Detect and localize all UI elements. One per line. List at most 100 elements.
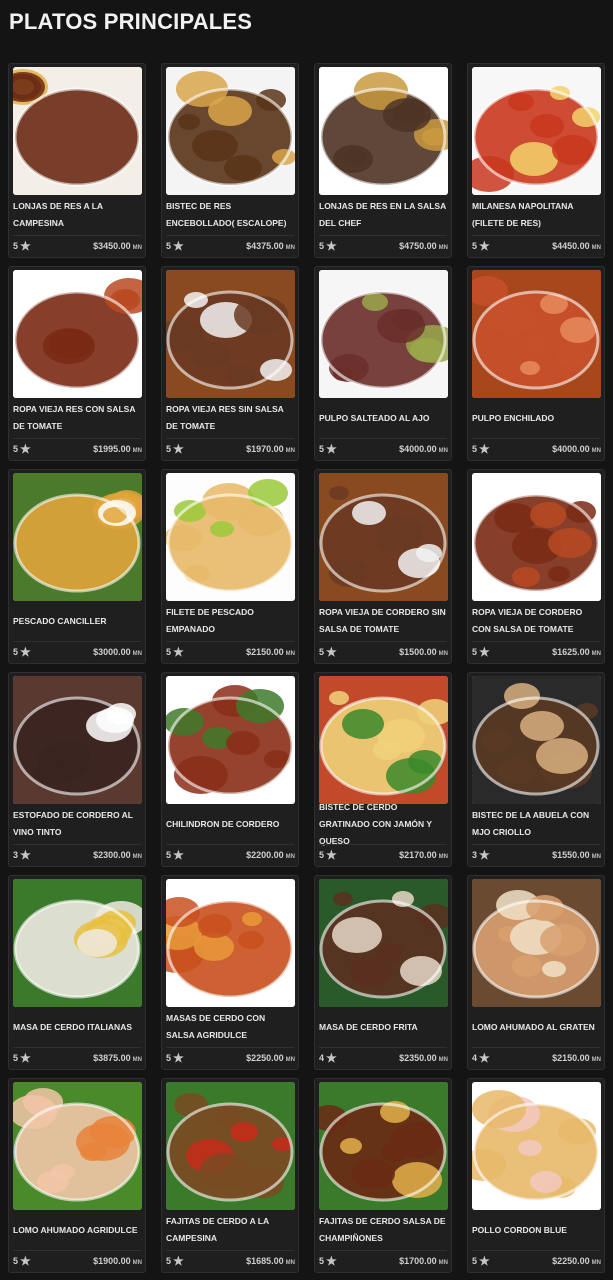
dish-photo[interactable]	[166, 473, 295, 601]
dish-name[interactable]: FILETE DE PESCADO EMPANADO	[166, 601, 295, 641]
rating-value: 5	[319, 850, 325, 860]
price: $3875.00 MN	[93, 1053, 142, 1063]
dish-footer: 3 ★ $2300.00 MN	[13, 845, 142, 865]
rating-value: 3	[472, 850, 478, 860]
dish-card[interactable]: LONJAS DE RES A LA CAMPESINA 5 ★ $3450.00 MN	[8, 63, 146, 258]
star-icon: ★	[326, 645, 337, 659]
dish-photo[interactable]	[472, 67, 601, 195]
dish-name[interactable]: BISTEC DE LA ABUELA CON MJO CRIOLLO	[472, 804, 601, 844]
dish-card[interactable]: ROPA VIEJA DE CORDERO CON SALSA DE TOMAT…	[467, 469, 605, 664]
dish-name[interactable]: LONJAS DE RES A LA CAMPESINA	[13, 195, 142, 235]
rating-value: 5	[319, 647, 325, 657]
dish-photo[interactable]	[472, 473, 601, 601]
dish-photo[interactable]	[166, 879, 295, 1007]
rating: 5 ★	[166, 646, 184, 658]
dish-photo[interactable]	[13, 676, 142, 804]
price-value: $1685.00	[246, 1256, 284, 1266]
dish-card[interactable]: BISTEC DE LA ABUELA CON MJO CRIOLLO 3 ★ $15…	[467, 672, 605, 867]
dish-photo[interactable]	[13, 473, 142, 601]
dish-card[interactable]: MASA DE CERDO FRITA 4 ★ $2350.00 MN	[314, 875, 452, 1070]
dish-card[interactable]: LOMO AHUMADO AGRIDULCE 5 ★ $1900.00 MN	[8, 1078, 146, 1273]
dish-card[interactable]: ROPA VIEJA RES SIN SALSA DE TOMATE 5 ★ $197…	[161, 266, 299, 461]
dish-photo[interactable]	[472, 879, 601, 1007]
dish-photo[interactable]	[13, 879, 142, 1007]
dish-footer: 5 ★ $1685.00 MN	[166, 1251, 295, 1271]
dish-photo[interactable]	[13, 1082, 142, 1210]
dish-photo[interactable]	[319, 676, 448, 804]
price-value: $2200.00	[246, 850, 284, 860]
dish-card[interactable]: PULPO ENCHILADO 5 ★ $4000.00 MN	[467, 266, 605, 461]
dish-card[interactable]: LONJAS DE RES EN LA SALSA DEL CHEF 5 ★ $475…	[314, 63, 452, 258]
rating: 5 ★	[13, 443, 31, 455]
rating-value: 5	[13, 1053, 19, 1063]
currency-label: MN	[132, 651, 142, 657]
dish-name[interactable]: FAJITAS DE CERDO SALSA DE CHAMPIÑONES	[319, 1210, 448, 1250]
dish-card[interactable]: CHILINDRON DE CORDERO 5 ★ $2200.00 MN	[161, 672, 299, 867]
dish-name[interactable]: LOMO AHUMADO AL GRATEN	[472, 1007, 601, 1047]
rating: 5 ★	[166, 443, 184, 455]
dish-card[interactable]: MILANESA NAPOLITANA (FILETE DE RES) 5 ★ $44…	[467, 63, 605, 258]
dish-photo[interactable]	[166, 676, 295, 804]
dish-name[interactable]: ROPA VIEJA DE CORDERO CON SALSA DE TOMAT…	[472, 601, 601, 641]
dish-name[interactable]: ROPA VIEJA RES CON SALSA DE TOMATE	[13, 398, 142, 438]
dish-card[interactable]: PULPO SALTEADO AL AJO 5 ★ $4000.00 MN	[314, 266, 452, 461]
rating-value: 4	[472, 1053, 478, 1063]
dish-name[interactable]: LONJAS DE RES EN LA SALSA DEL CHEF	[319, 195, 448, 235]
dish-card[interactable]: POLLO CORDON BLUE 5 ★ $2250.00 MN	[467, 1078, 605, 1273]
dish-name[interactable]: POLLO CORDON BLUE	[472, 1210, 601, 1250]
dish-name[interactable]: PULPO SALTEADO AL AJO	[319, 398, 448, 438]
dish-card[interactable]: FAJITAS DE CERDO SALSA DE CHAMPIÑONES 5 ★ $…	[314, 1078, 452, 1273]
price: $4000.00 MN	[399, 444, 448, 454]
dish-photo[interactable]	[166, 1082, 295, 1210]
dish-name[interactable]: PULPO ENCHILADO	[472, 398, 601, 438]
dish-card[interactable]: MASA DE CERDO ITALIANAS 5 ★ $3875.00 MN	[8, 875, 146, 1070]
dish-card[interactable]: MASAS DE CERDO CON SALSA AGRIDULCE 5 ★ $225…	[161, 875, 299, 1070]
dish-name[interactable]: CHILINDRON DE CORDERO	[166, 804, 295, 844]
dish-name[interactable]: PESCADO CANCILLER	[13, 601, 142, 641]
dish-photo[interactable]	[13, 67, 142, 195]
dish-name[interactable]: MASAS DE CERDO CON SALSA AGRIDULCE	[166, 1007, 295, 1047]
rating-value: 3	[13, 850, 19, 860]
dish-photo[interactable]	[319, 67, 448, 195]
rating-value: 5	[166, 241, 172, 251]
dish-card[interactable]: FAJITAS DE CERDO A LA CAMPESINA 5 ★ $1685.0…	[161, 1078, 299, 1273]
rating-value: 5	[13, 1256, 19, 1266]
dish-photo[interactable]	[166, 270, 295, 398]
dish-name[interactable]: LOMO AHUMADO AGRIDULCE	[13, 1210, 142, 1250]
dish-name[interactable]: MILANESA NAPOLITANA (FILETE DE RES)	[472, 195, 601, 235]
price: $1500.00 MN	[399, 647, 448, 657]
dish-name[interactable]: ROPA VIEJA RES SIN SALSA DE TOMATE	[166, 398, 295, 438]
dish-name[interactable]: BISTEC DE CERDO GRATINADO CON JAMóN Y QU…	[319, 802, 448, 846]
dish-name[interactable]: FAJITAS DE CERDO A LA CAMPESINA	[166, 1210, 295, 1250]
dish-card[interactable]: ROPA VIEJA DE CORDERO SIN SALSA DE TOMAT…	[314, 469, 452, 664]
dish-name[interactable]: ROPA VIEJA DE CORDERO SIN SALSA DE TOMAT…	[319, 601, 448, 641]
star-icon: ★	[326, 1254, 337, 1268]
dish-card[interactable]: FILETE DE PESCADO EMPANADO 5 ★ $2150.00 MN	[161, 469, 299, 664]
dish-name[interactable]: BISTEC DE RES ENCEBOLLADO( ESCALOPE)	[166, 195, 295, 235]
star-icon: ★	[479, 1051, 490, 1065]
dish-card[interactable]: BISTEC DE RES ENCEBOLLADO( ESCALOPE) 5 ★ $4…	[161, 63, 299, 258]
dish-card[interactable]: PESCADO CANCILLER 5 ★ $3000.00 MN	[8, 469, 146, 664]
dish-photo[interactable]	[166, 67, 295, 195]
price-value: $1625.00	[552, 647, 590, 657]
dish-card[interactable]: LOMO AHUMADO AL GRATEN 4 ★ $2150.00 MN	[467, 875, 605, 1070]
dish-name[interactable]: ESTOFADO DE CORDERO AL VINO TINTO	[13, 804, 142, 844]
dish-card[interactable]: ESTOFADO DE CORDERO AL VINO TINTO 3 ★ $2300…	[8, 672, 146, 867]
star-icon: ★	[479, 239, 490, 253]
dish-card[interactable]: BISTEC DE CERDO GRATINADO CON JAMóN Y QU…	[314, 672, 452, 867]
dish-photo[interactable]	[472, 1082, 601, 1210]
dish-photo[interactable]	[13, 270, 142, 398]
rating-value: 5	[166, 444, 172, 454]
currency-label: MN	[285, 1260, 295, 1266]
price: $1900.00 MN	[93, 1256, 142, 1266]
dish-photo[interactable]	[472, 676, 601, 804]
dish-photo[interactable]	[319, 473, 448, 601]
dish-photo[interactable]	[319, 1082, 448, 1210]
dish-name[interactable]: MASA DE CERDO FRITA	[319, 1007, 448, 1047]
dish-photo[interactable]	[319, 270, 448, 398]
dish-photo[interactable]	[472, 270, 601, 398]
dish-card[interactable]: ROPA VIEJA RES CON SALSA DE TOMATE 5 ★ $199…	[8, 266, 146, 461]
dish-name[interactable]: MASA DE CERDO ITALIANAS	[13, 1007, 142, 1047]
dish-footer: 5 ★ $2250.00 MN	[166, 1048, 295, 1068]
dish-photo[interactable]	[319, 879, 448, 1007]
